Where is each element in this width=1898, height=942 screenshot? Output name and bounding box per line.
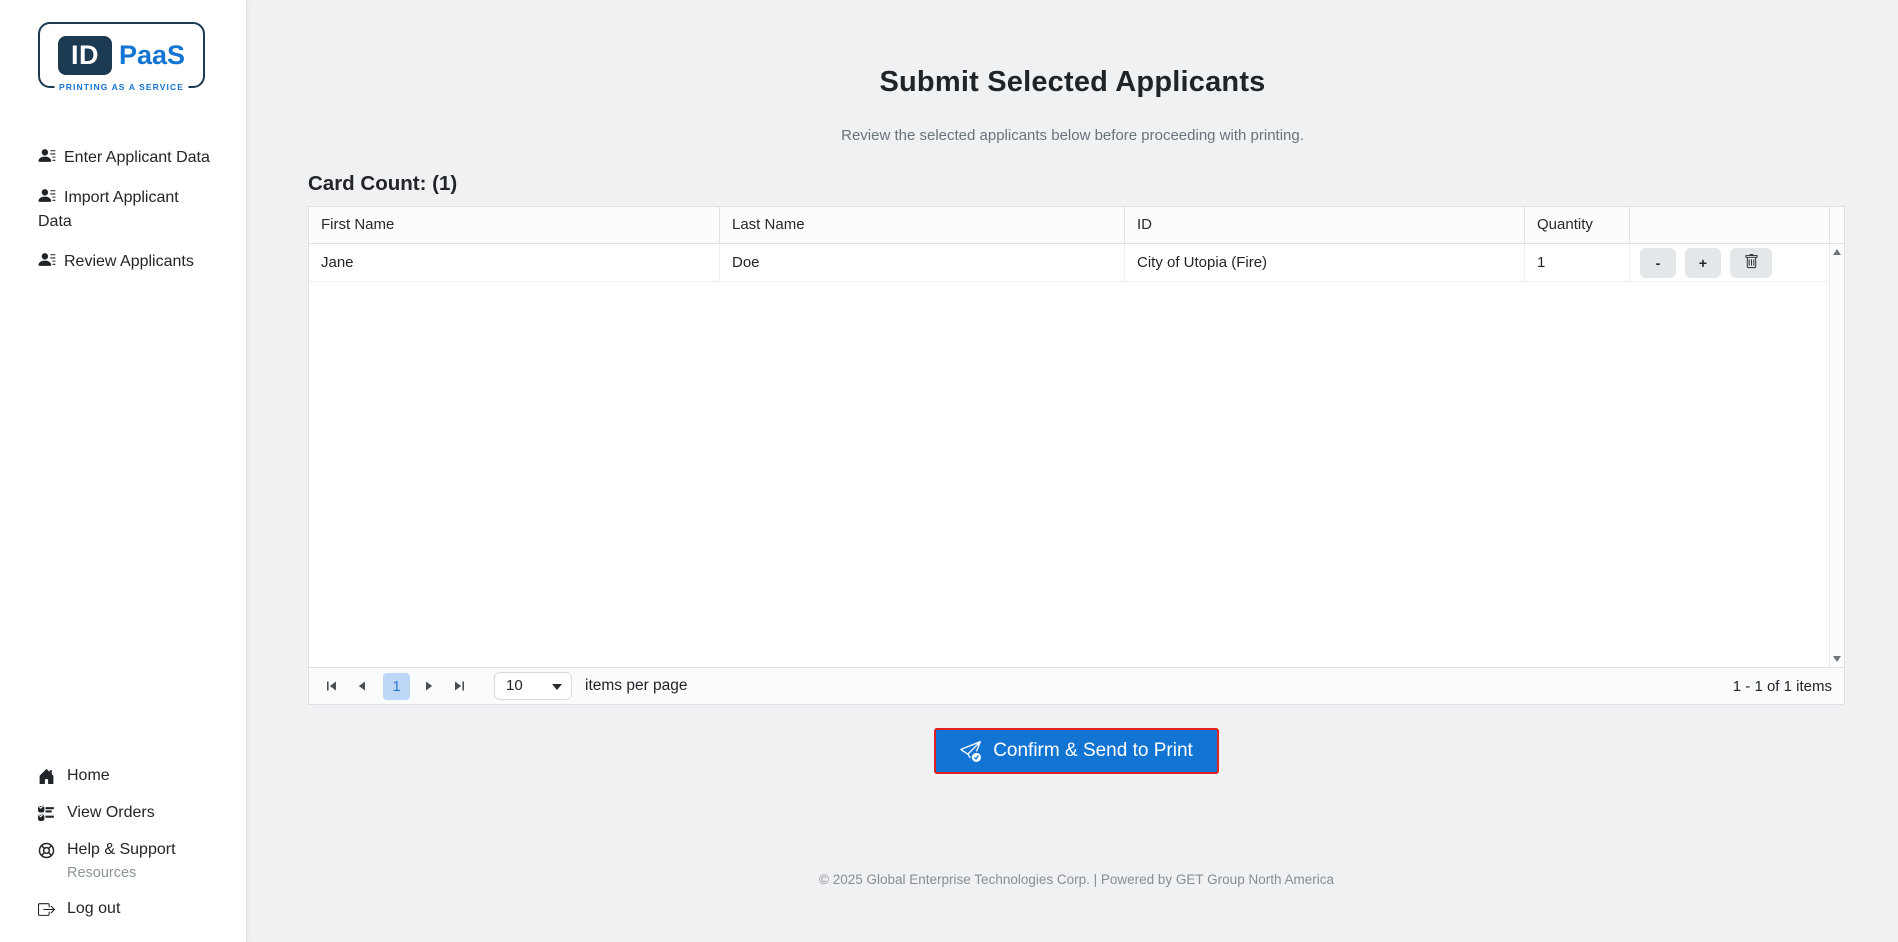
logo-paas-text: PaaS: [118, 39, 186, 70]
page-size-value: 10: [506, 677, 523, 694]
sidebar-item-label: Enter Applicant Data: [64, 149, 210, 166]
home-icon: [38, 768, 56, 785]
logo-id-badge: ID: [57, 35, 112, 75]
sidebar-item-label: Review Applicants: [64, 253, 194, 270]
sidebar-item-label: Home: [67, 767, 110, 784]
card-count-label: Card Count: (1): [308, 172, 458, 195]
increase-quantity-button[interactable]: +: [1685, 247, 1721, 278]
app-logo: ID PaaS PRINTING AS A SERVICE: [38, 22, 205, 92]
person-lines-icon: [38, 187, 56, 204]
page-title: Submit Selected Applicants: [879, 66, 1266, 98]
sidebar-item-import-applicant-data[interactable]: Import Applicant Data: [38, 186, 210, 234]
last-page-button[interactable]: [448, 675, 470, 697]
person-lines-icon: [38, 147, 56, 164]
first-page-button[interactable]: [321, 675, 343, 697]
pager-range-label: 1 - 1 of 1 items: [1732, 677, 1832, 695]
decrease-quantity-button[interactable]: -: [1640, 247, 1676, 278]
sidebar-item-logout[interactable]: Log out: [38, 900, 232, 918]
page-subtitle: Review the selected applicants below bef…: [841, 127, 1304, 144]
footer-text: © 2025 Global Enterprise Technologies Co…: [819, 872, 1334, 887]
sidebar-item-label: View Orders: [67, 804, 155, 821]
delete-row-button[interactable]: [1730, 247, 1772, 278]
table-body: Jane Doe City of Utopia (Fire) 1 - +: [309, 244, 1844, 667]
sidebar-item-view-orders[interactable]: View Orders: [38, 804, 232, 822]
column-header-quantity: Quantity: [1524, 207, 1629, 243]
column-header-last-name: Last Name: [719, 207, 1124, 243]
table-row: Jane Doe City of Utopia (Fire) 1 - +: [309, 244, 1829, 282]
applicants-table: First Name Last Name ID Quantity Jane Do…: [308, 206, 1845, 705]
sidebar-item-enter-applicant-data[interactable]: Enter Applicant Data: [38, 146, 210, 170]
chevron-down-icon: [552, 684, 562, 690]
cell-last-name: Doe: [719, 244, 1124, 281]
column-header-first-name: First Name: [321, 216, 395, 233]
sidebar-item-help-support[interactable]: Help & Support: [38, 841, 232, 859]
person-lines-icon: [38, 251, 56, 268]
life-preserver-icon: [38, 842, 56, 859]
table-vertical-scrollbar[interactable]: [1829, 244, 1844, 667]
cell-actions: - +: [1629, 244, 1829, 281]
main-content: Submit Selected Applicants Review the se…: [247, 0, 1898, 942]
page-size-select[interactable]: 10: [494, 672, 572, 700]
next-page-button[interactable]: [418, 675, 440, 697]
sidebar-nav-top: Enter Applicant Data Import Applicant Da…: [38, 146, 232, 274]
sidebar-item-home[interactable]: Home: [38, 767, 232, 785]
trash-icon: [1744, 253, 1759, 272]
sidebar-item-review-applicants[interactable]: Review Applicants: [38, 250, 210, 274]
table-pager: 1 10 items per page 1 - 1 of 1 items: [309, 667, 1844, 704]
sidebar-item-label: Help & Support: [67, 841, 176, 858]
sidebar-item-label: Import Applicant Data: [38, 189, 179, 230]
scrollbar-down-icon[interactable]: [1833, 656, 1841, 662]
logout-icon: [38, 901, 56, 918]
orders-checklist-icon: [38, 805, 56, 822]
cell-quantity: 1: [1524, 244, 1629, 281]
current-page-button[interactable]: 1: [383, 672, 410, 700]
confirm-button-label: Confirm & Send to Print: [993, 740, 1193, 761]
confirm-button-container: Confirm & Send to Print: [308, 728, 1845, 774]
cell-id: City of Utopia (Fire): [1124, 244, 1524, 281]
previous-page-button[interactable]: [351, 675, 373, 697]
scrollbar-up-icon[interactable]: [1833, 249, 1841, 255]
sidebar-nav-bottom: Home View Orders Help & Support Resource…: [38, 767, 232, 922]
send-check-icon: [960, 740, 982, 762]
logo-tagline: PRINTING AS A SERVICE: [54, 82, 189, 92]
items-per-page-label: items per page: [585, 677, 688, 694]
sidebar-item-label: Log out: [67, 900, 121, 917]
cell-first-name: Jane: [321, 254, 354, 271]
sidebar: ID PaaS PRINTING AS A SERVICE Enter Appl…: [0, 0, 247, 942]
content-area: Card Count: (1) First Name Last Name ID …: [308, 172, 1845, 887]
sidebar-item-help-support-group: Help & Support: [38, 841, 232, 859]
column-header-actions: [1629, 207, 1829, 243]
column-header-id: ID: [1124, 207, 1524, 243]
confirm-send-to-print-button[interactable]: Confirm & Send to Print: [934, 728, 1219, 774]
sidebar-item-resources[interactable]: Resources: [67, 865, 232, 881]
scrollbar-header-filler: [1829, 207, 1844, 243]
table-header-row: First Name Last Name ID Quantity: [309, 207, 1844, 244]
